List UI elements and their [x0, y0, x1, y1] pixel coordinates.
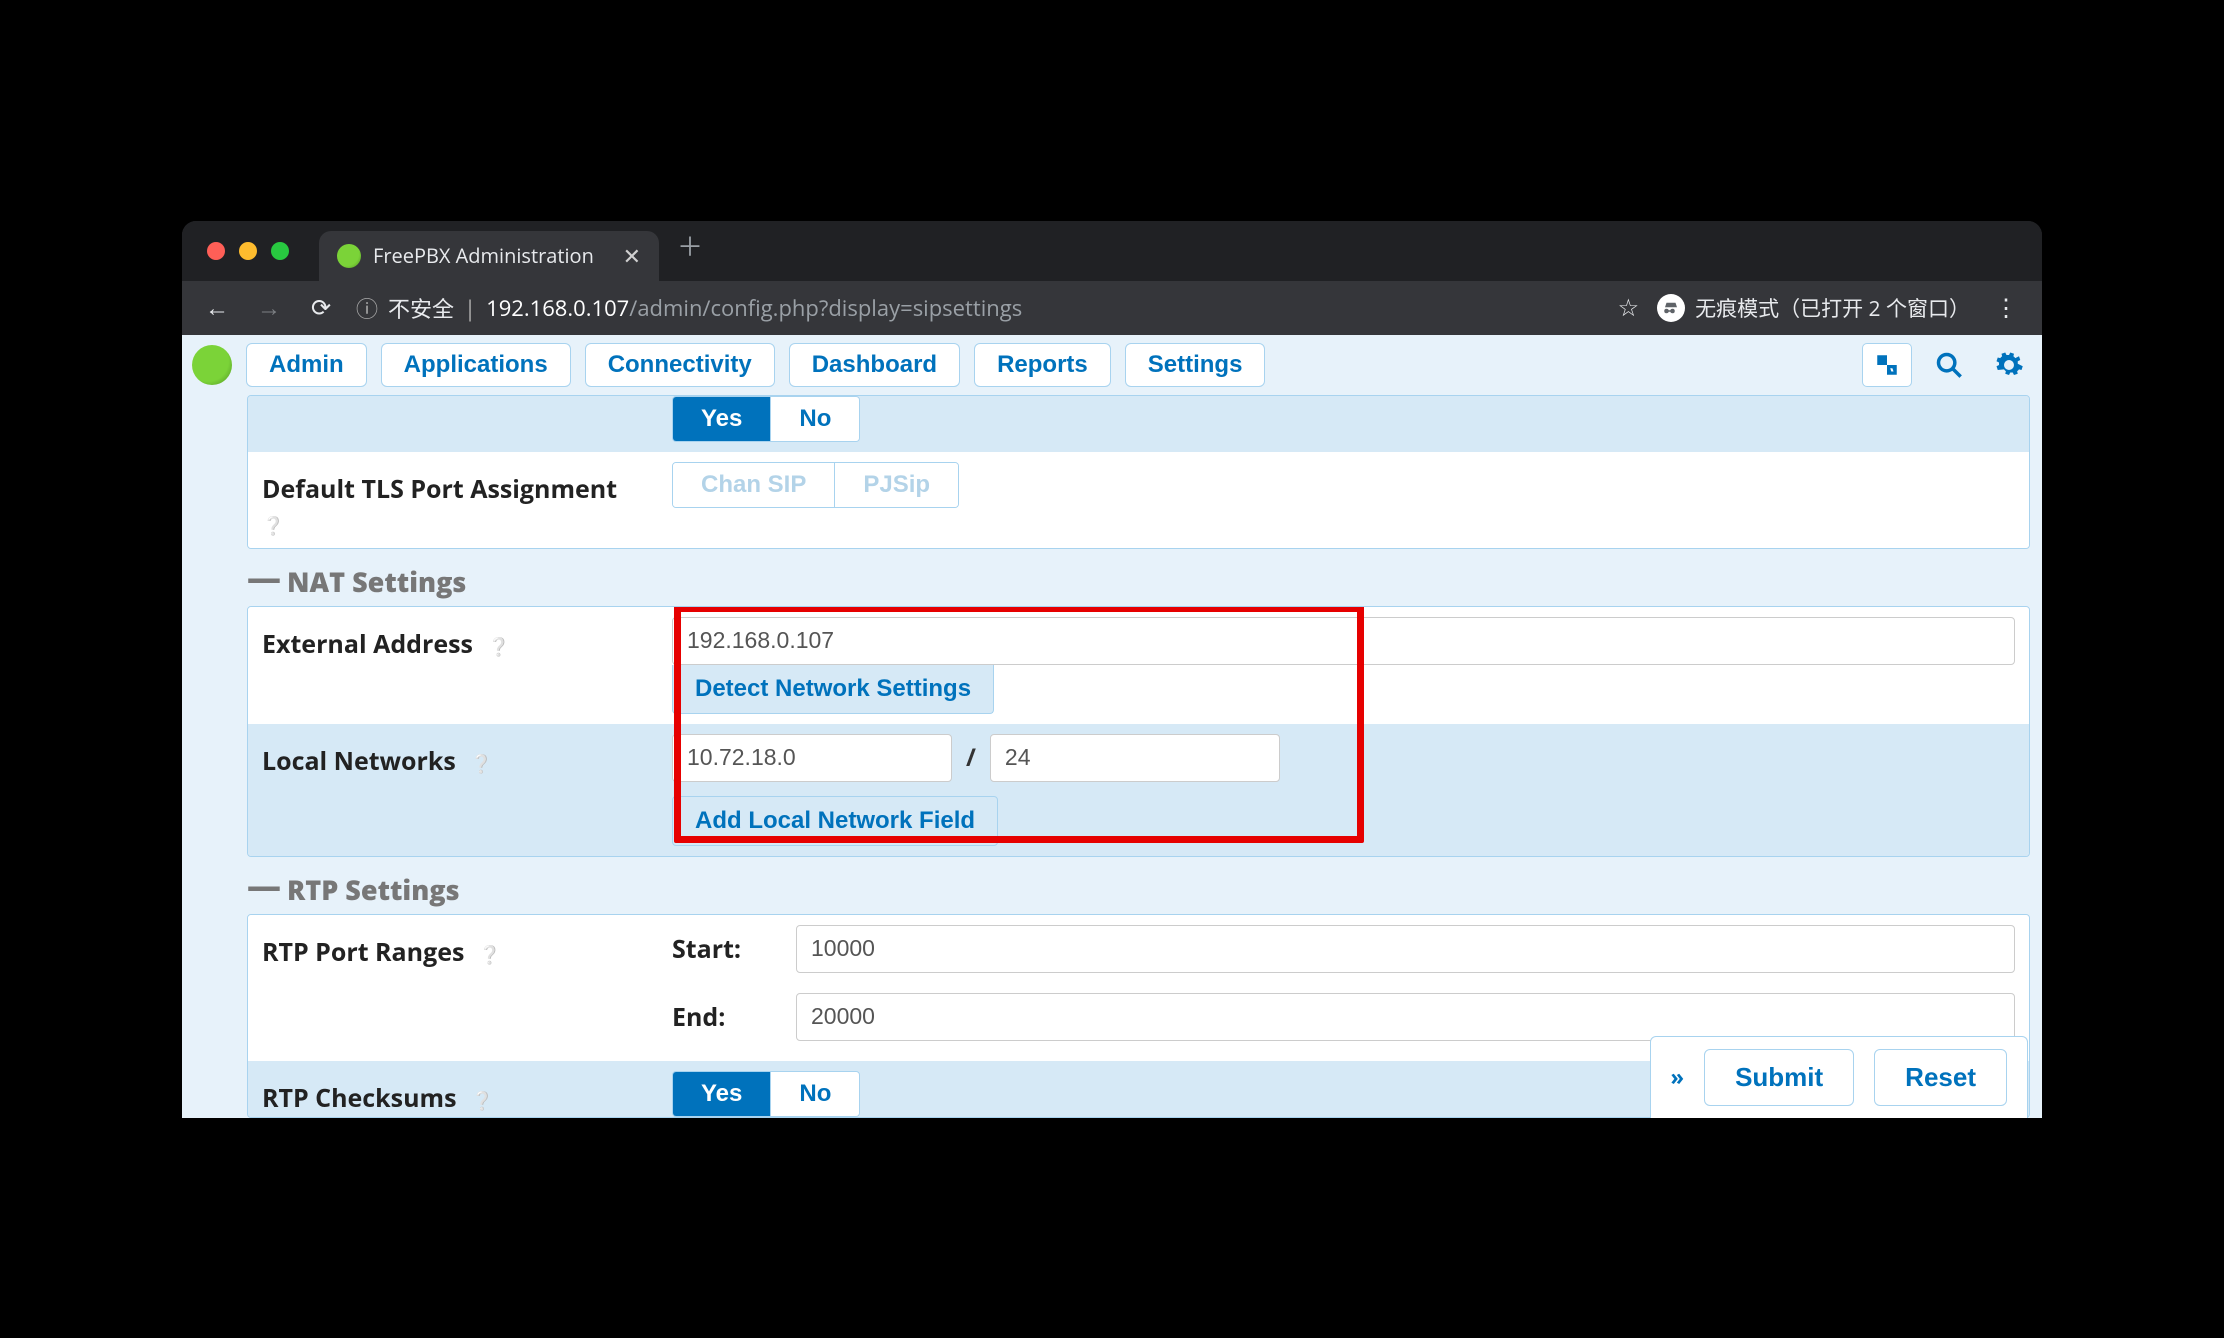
nav-admin[interactable]: Admin [246, 343, 367, 387]
info-icon: ⓘ [356, 292, 378, 324]
add-local-network-button[interactable]: Add Local Network Field [672, 796, 998, 846]
local-network-ip-input[interactable] [672, 734, 952, 782]
page-body: Admin Applications Connectivity Dashboar… [182, 335, 2042, 1118]
forward-button[interactable]: → [252, 291, 286, 324]
bookmark-icon[interactable]: ☆ [1618, 291, 1640, 324]
reload-button[interactable]: ⟳ [304, 291, 338, 324]
tls-chansip[interactable]: Chan SIP [673, 463, 834, 507]
form-row-tls-port: Default TLS Port Assignment ❔ Chan SIP P… [248, 452, 2029, 548]
toggle-yes[interactable]: Yes [673, 397, 770, 441]
reset-button[interactable]: Reset [1874, 1049, 2007, 1106]
nat-panel: External Address ❔ Detect Network Settin… [247, 606, 2030, 857]
slash-separator: / [952, 741, 990, 774]
external-address-input[interactable] [672, 617, 2015, 665]
external-address-label: External Address [262, 627, 473, 661]
search-icon[interactable] [1926, 343, 1972, 387]
address-bar[interactable]: ⓘ 不安全 | 192.168.0.107/admin/config.php?d… [356, 288, 1600, 328]
tls-pjsip[interactable]: PJSip [834, 463, 958, 507]
rtp-end-input[interactable] [796, 993, 2015, 1041]
help-icon[interactable]: ❔ [470, 752, 492, 776]
rtp-start-label: Start: [672, 932, 782, 966]
tls-port-options: Chan SIP PJSip [672, 462, 959, 508]
top-navigation: Admin Applications Connectivity Dashboar… [182, 335, 2042, 395]
rtp-checksums-yes[interactable]: Yes [673, 1072, 770, 1116]
language-icon[interactable] [1862, 343, 1912, 387]
help-icon[interactable]: ❔ [262, 514, 672, 538]
nav-applications[interactable]: Applications [381, 343, 571, 387]
section-nat-settings[interactable]: — NAT Settings [247, 549, 2030, 606]
help-icon[interactable]: ❔ [479, 943, 501, 967]
browser-tab-strip: FreePBX Administration ✕ ＋ [182, 221, 2042, 281]
nav-dashboard[interactable]: Dashboard [789, 343, 960, 387]
incognito-indicator[interactable]: 无痕模式（已打开 2 个窗口） [1657, 293, 1970, 323]
tab-favicon [337, 244, 361, 268]
security-label: 不安全 [388, 292, 454, 324]
nav-reports[interactable]: Reports [974, 343, 1111, 387]
form-row-external-address: External Address ❔ Detect Network Settin… [248, 607, 2029, 724]
floating-action-bar: » Submit Reset [1650, 1036, 2028, 1118]
form-row-local-networks: Local Networks ❔ / [248, 724, 2029, 856]
tab-close-icon[interactable]: ✕ [623, 241, 641, 271]
browser-toolbar: ← → ⟳ ⓘ 不安全 | 192.168.0.107/admin/config… [182, 281, 2042, 335]
tab-title: FreePBX Administration [373, 242, 594, 269]
rtp-port-ranges-label: RTP Port Ranges [262, 935, 464, 969]
new-tab-button[interactable]: ＋ [659, 227, 721, 264]
submit-button[interactable]: Submit [1704, 1049, 1854, 1106]
nav-connectivity[interactable]: Connectivity [585, 343, 775, 387]
url-text: 192.168.0.107/admin/config.php?display=s… [486, 293, 1022, 323]
window-minimize[interactable] [239, 242, 257, 260]
settings-panel: Yes No Default TLS Port Assignment ❔ Cha… [247, 395, 2030, 549]
rtp-checksums-label: RTP Checksums [262, 1081, 457, 1115]
rtp-end-label: End: [672, 1000, 782, 1034]
local-networks-label: Local Networks [262, 744, 456, 778]
detect-network-button[interactable]: Detect Network Settings [672, 665, 994, 714]
browser-menu-icon[interactable]: ⋮ [1988, 291, 2024, 324]
back-button[interactable]: ← [200, 291, 234, 324]
help-icon[interactable]: ❔ [471, 1089, 493, 1113]
toggle-no[interactable]: No [770, 397, 859, 441]
freepbx-logo[interactable] [192, 345, 232, 385]
window-controls [207, 221, 319, 281]
tls-port-label: Default TLS Port Assignment [262, 472, 672, 506]
local-network-cidr-input[interactable] [990, 734, 1280, 782]
rtp-checksums-toggle: Yes No [672, 1071, 860, 1117]
nav-settings[interactable]: Settings [1125, 343, 1266, 387]
section-rtp-settings[interactable]: — RTP Settings [247, 857, 2030, 914]
gear-icon[interactable] [1986, 343, 2032, 387]
toggle-group: Yes No [672, 396, 860, 442]
help-icon[interactable]: ❔ [487, 635, 509, 659]
chevron-right-icon[interactable]: » [1671, 1062, 1685, 1092]
window-close[interactable] [207, 242, 225, 260]
window-maximize[interactable] [271, 242, 289, 260]
rtp-start-input[interactable] [796, 925, 2015, 973]
incognito-icon [1657, 294, 1685, 322]
browser-tab[interactable]: FreePBX Administration ✕ [319, 231, 659, 281]
rtp-checksums-no[interactable]: No [770, 1072, 859, 1116]
form-row-partial: Yes No [248, 396, 2029, 452]
